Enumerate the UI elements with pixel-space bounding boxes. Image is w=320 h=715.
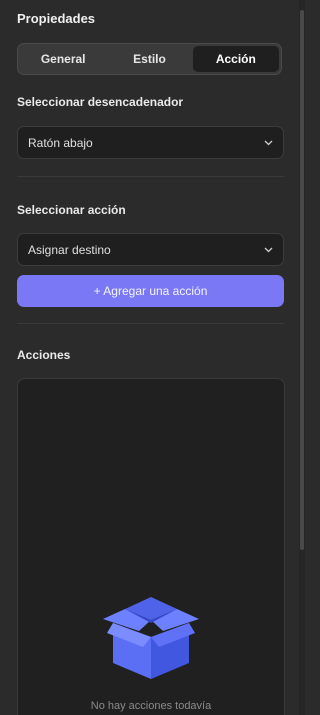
action-select[interactable]: Asignar destino bbox=[17, 233, 284, 266]
chevron-down-icon bbox=[263, 245, 273, 255]
actions-label: Acciones bbox=[17, 348, 71, 362]
trigger-label: Seleccionar desencadenador bbox=[17, 95, 184, 109]
scrollbar-thumb[interactable] bbox=[300, 10, 304, 550]
trigger-value: Ratón abajo bbox=[28, 135, 93, 150]
tab-general[interactable]: General bbox=[20, 46, 106, 72]
properties-panel: Propiedades General Estilo Acción Selecc… bbox=[0, 0, 305, 715]
empty-state-text: No hay acciones todavía bbox=[90, 700, 212, 712]
action-value: Asignar destino bbox=[28, 242, 111, 257]
panel-title: Propiedades bbox=[17, 11, 96, 26]
open-box-icon bbox=[99, 593, 203, 688]
divider bbox=[17, 176, 284, 177]
chevron-down-icon bbox=[263, 138, 273, 148]
tab-estilo[interactable]: Estilo bbox=[106, 46, 192, 72]
actions-list: No hay acciones todavía bbox=[17, 378, 285, 715]
tab-bar: General Estilo Acción bbox=[17, 43, 282, 75]
trigger-select[interactable]: Ratón abajo bbox=[17, 126, 284, 159]
divider bbox=[17, 323, 284, 324]
tab-accion[interactable]: Acción bbox=[192, 46, 279, 72]
action-label: Seleccionar acción bbox=[17, 203, 126, 217]
scrollbar[interactable] bbox=[299, 0, 305, 715]
add-action-button[interactable]: + Agregar una acción bbox=[17, 275, 284, 307]
